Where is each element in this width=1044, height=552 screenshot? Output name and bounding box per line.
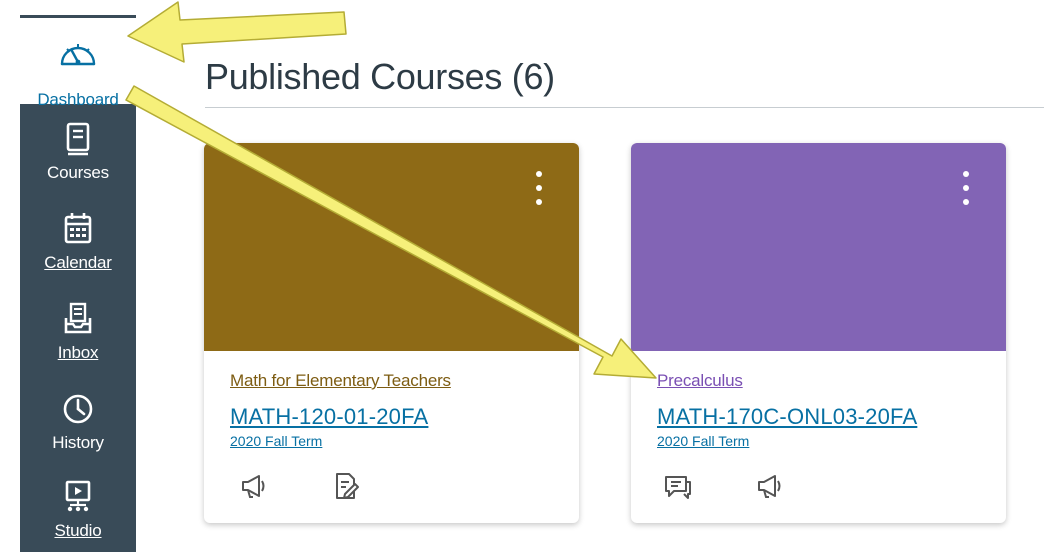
page-title: Published Courses (6) <box>205 56 555 97</box>
assignments-icon[interactable] <box>329 469 363 503</box>
dashboard-icon <box>60 44 96 66</box>
course-card[interactable]: Precalculus MATH-170C-ONL03-20FA 2020 Fa… <box>631 143 1006 523</box>
course-card-term[interactable]: 2020 Fall Term <box>657 433 749 449</box>
announcements-icon[interactable] <box>753 469 787 503</box>
annotation-arrow-to-dashboard <box>127 1 347 63</box>
nav-item-dashboard[interactable]: Dashboard <box>20 18 136 109</box>
course-card-options-icon[interactable] <box>533 169 545 209</box>
discussions-icon[interactable] <box>661 469 695 503</box>
nav-item-history[interactable]: History <box>20 378 136 468</box>
nav-item-label: Dashboard <box>37 90 119 109</box>
nav-item-label: Studio <box>54 521 102 540</box>
nav-item-label: Calendar <box>44 253 112 272</box>
course-card-code[interactable]: MATH-120-01-20FA <box>230 404 428 430</box>
canvas-dashboard-page: Dashboard Courses Calendar Inbox History… <box>0 0 1044 552</box>
course-card-hero[interactable] <box>631 143 1006 351</box>
nav-item-studio[interactable]: Studio <box>20 466 136 552</box>
inbox-icon <box>64 302 92 334</box>
nav-item-courses[interactable]: Courses <box>20 108 136 198</box>
nav-item-calendar[interactable]: Calendar <box>20 198 136 288</box>
announcements-icon[interactable] <box>237 469 271 503</box>
course-card-hero[interactable] <box>204 143 579 351</box>
nav-item-label: Courses <box>47 163 109 182</box>
course-card-name[interactable]: Math for Elementary Teachers <box>230 371 451 391</box>
history-icon <box>63 394 93 424</box>
course-card-name[interactable]: Precalculus <box>657 371 743 391</box>
header-divider <box>205 107 1044 108</box>
course-card-code[interactable]: MATH-170C-ONL03-20FA <box>657 404 917 430</box>
courses-icon <box>66 122 90 156</box>
nav-item-label: Inbox <box>57 343 99 362</box>
nav-item-label: History <box>52 433 104 452</box>
nav-item-inbox[interactable]: Inbox <box>20 288 136 378</box>
course-card-term[interactable]: 2020 Fall Term <box>230 433 322 449</box>
studio-icon <box>65 480 91 512</box>
calendar-icon <box>64 213 92 244</box>
course-card[interactable]: Math for Elementary Teachers MATH-120-01… <box>204 143 579 523</box>
course-card-options-icon[interactable] <box>960 169 972 209</box>
